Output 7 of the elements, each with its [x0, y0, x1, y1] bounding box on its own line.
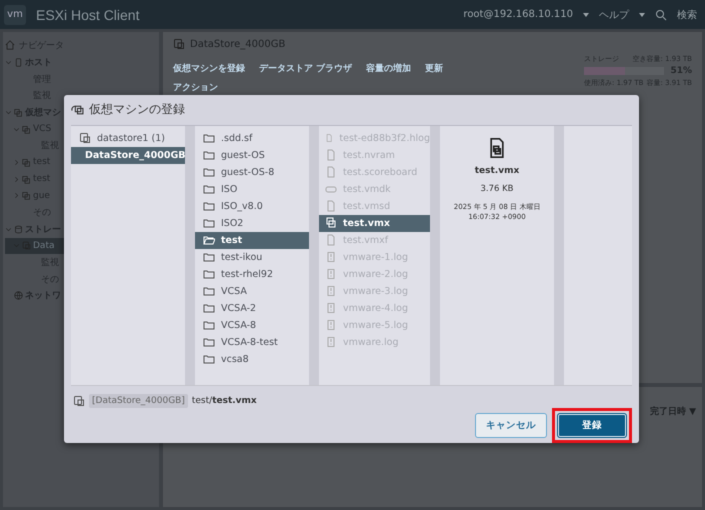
dialog-title: 仮想マシンの登録: [89, 101, 185, 118]
file-size: 3.76 KB: [480, 184, 514, 194]
file-name: test.vmx: [474, 166, 520, 176]
file-path: test/test.vmx: [192, 396, 257, 406]
datastore-path: [DataStore_4000GB]: [89, 394, 188, 408]
app-title: ESXi Host Client: [36, 6, 140, 22]
vm-logo: vm: [4, 4, 26, 24]
